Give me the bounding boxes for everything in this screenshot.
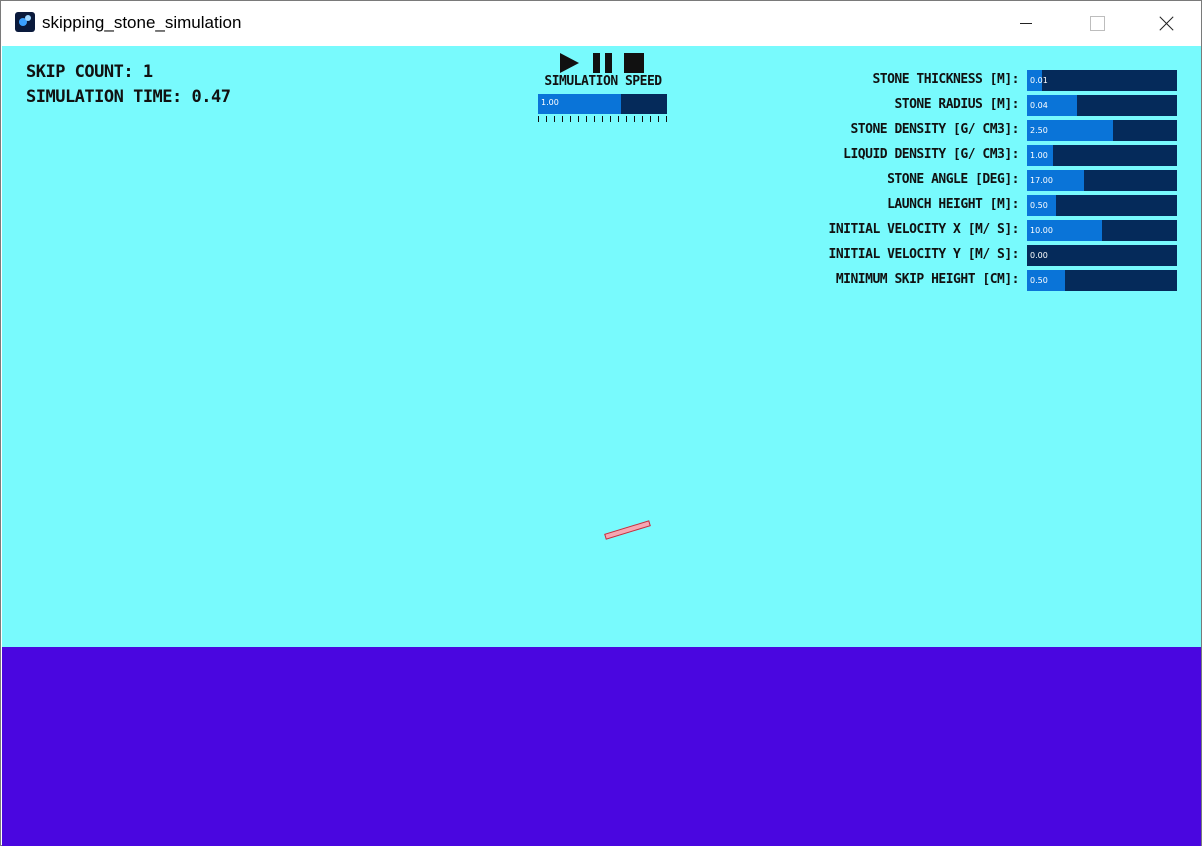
param-launch-height: LAUNCH HEIGHT [M]: 0.50 (702, 195, 1178, 216)
param-label: STONE DENSITY [G/ CM3]: (850, 122, 1019, 137)
param-stone-angle: STONE ANGLE [DEG]: 17.00 (702, 170, 1178, 191)
initial-velocity-x-slider[interactable]: 10.00 (1027, 220, 1177, 241)
param-initial-velocity-y: INITIAL VELOCITY Y [M/ S]: 0.00 (702, 245, 1178, 266)
title-bar[interactable]: skipping_stone_simulation (1, 1, 1201, 45)
stone-angle-slider[interactable]: 17.00 (1027, 170, 1177, 191)
slider-value: 1.00 (1030, 151, 1048, 160)
param-label: INITIAL VELOCITY X [M/ S]: (828, 222, 1020, 237)
simulation-speed-label: SIMULATION SPEED (544, 74, 662, 89)
param-liquid-density: LIQUID DENSITY [G/ CM3]: 1.00 (702, 145, 1178, 166)
slider-value: 17.00 (1030, 176, 1053, 185)
initial-velocity-y-slider[interactable]: 0.00 (1027, 245, 1177, 266)
param-minimum-skip-height: MINIMUM SKIP HEIGHT [CM]: 0.50 (702, 270, 1178, 291)
slider-value: 0.50 (1030, 276, 1048, 285)
app-icon (15, 12, 35, 32)
simulation-time: SIMULATION TIME: 0.47 (26, 87, 231, 107)
skipping-stone (604, 520, 651, 540)
param-stone-radius: STONE RADIUS [M]: 0.04 (702, 95, 1178, 116)
stats-panel: SKIP COUNT: 1 SIMULATION TIME: 0.47 (26, 60, 231, 110)
app-window: skipping_stone_simulation SKIP COUNT: 1 … (0, 0, 1202, 846)
param-label: LIQUID DENSITY [G/ CM3]: (843, 147, 1019, 162)
simulation-canvas: SKIP COUNT: 1 SIMULATION TIME: 0.47 SIMU… (2, 46, 1201, 846)
param-label: STONE RADIUS [M]: (894, 97, 1019, 112)
param-label: LAUNCH HEIGHT [M]: (887, 197, 1019, 212)
water-surface (2, 647, 1201, 846)
minimum-skip-height-slider[interactable]: 0.50 (1027, 270, 1177, 291)
liquid-density-slider[interactable]: 1.00 (1027, 145, 1177, 166)
slider-value: 0.01 (1030, 76, 1048, 85)
close-button[interactable] (1143, 1, 1189, 45)
param-label: INITIAL VELOCITY Y [M/ S]: (828, 247, 1020, 262)
param-label: STONE ANGLE [DEG]: (887, 172, 1019, 187)
slider-value: 2.50 (1030, 126, 1048, 135)
window-title: skipping_stone_simulation (42, 13, 242, 32)
param-stone-density: STONE DENSITY [G/ CM3]: 2.50 (702, 120, 1178, 141)
playback-controls: SIMULATION SPEED 1.00 (538, 52, 668, 127)
slider-value: 10.00 (1030, 226, 1053, 235)
speed-slider-ticks (538, 116, 667, 122)
play-icon[interactable] (560, 53, 579, 73)
launch-height-slider[interactable]: 0.50 (1027, 195, 1177, 216)
stone-radius-slider[interactable]: 0.04 (1027, 95, 1177, 116)
stone-thickness-slider[interactable]: 0.01 (1027, 70, 1177, 91)
param-stone-thickness: STONE THICKNESS [M]: 0.01 (702, 70, 1178, 91)
slider-value: 0.50 (1030, 201, 1048, 210)
param-initial-velocity-x: INITIAL VELOCITY X [M/ S]: 10.00 (702, 220, 1178, 241)
maximize-button[interactable] (1073, 1, 1119, 45)
minimize-button[interactable] (1003, 1, 1049, 45)
slider-value: 0.04 (1030, 101, 1048, 110)
stone-density-slider[interactable]: 2.50 (1027, 120, 1177, 141)
param-label: STONE THICKNESS [M]: (872, 72, 1019, 87)
slider-value: 0.00 (1030, 251, 1048, 260)
stop-icon[interactable] (624, 53, 644, 73)
simulation-speed-value: 1.00 (541, 98, 559, 107)
param-label: MINIMUM SKIP HEIGHT [CM]: (835, 272, 1020, 287)
skip-count: SKIP COUNT: 1 (26, 62, 153, 82)
simulation-speed-slider[interactable]: 1.00 (538, 94, 667, 114)
pause-icon[interactable] (593, 53, 613, 73)
